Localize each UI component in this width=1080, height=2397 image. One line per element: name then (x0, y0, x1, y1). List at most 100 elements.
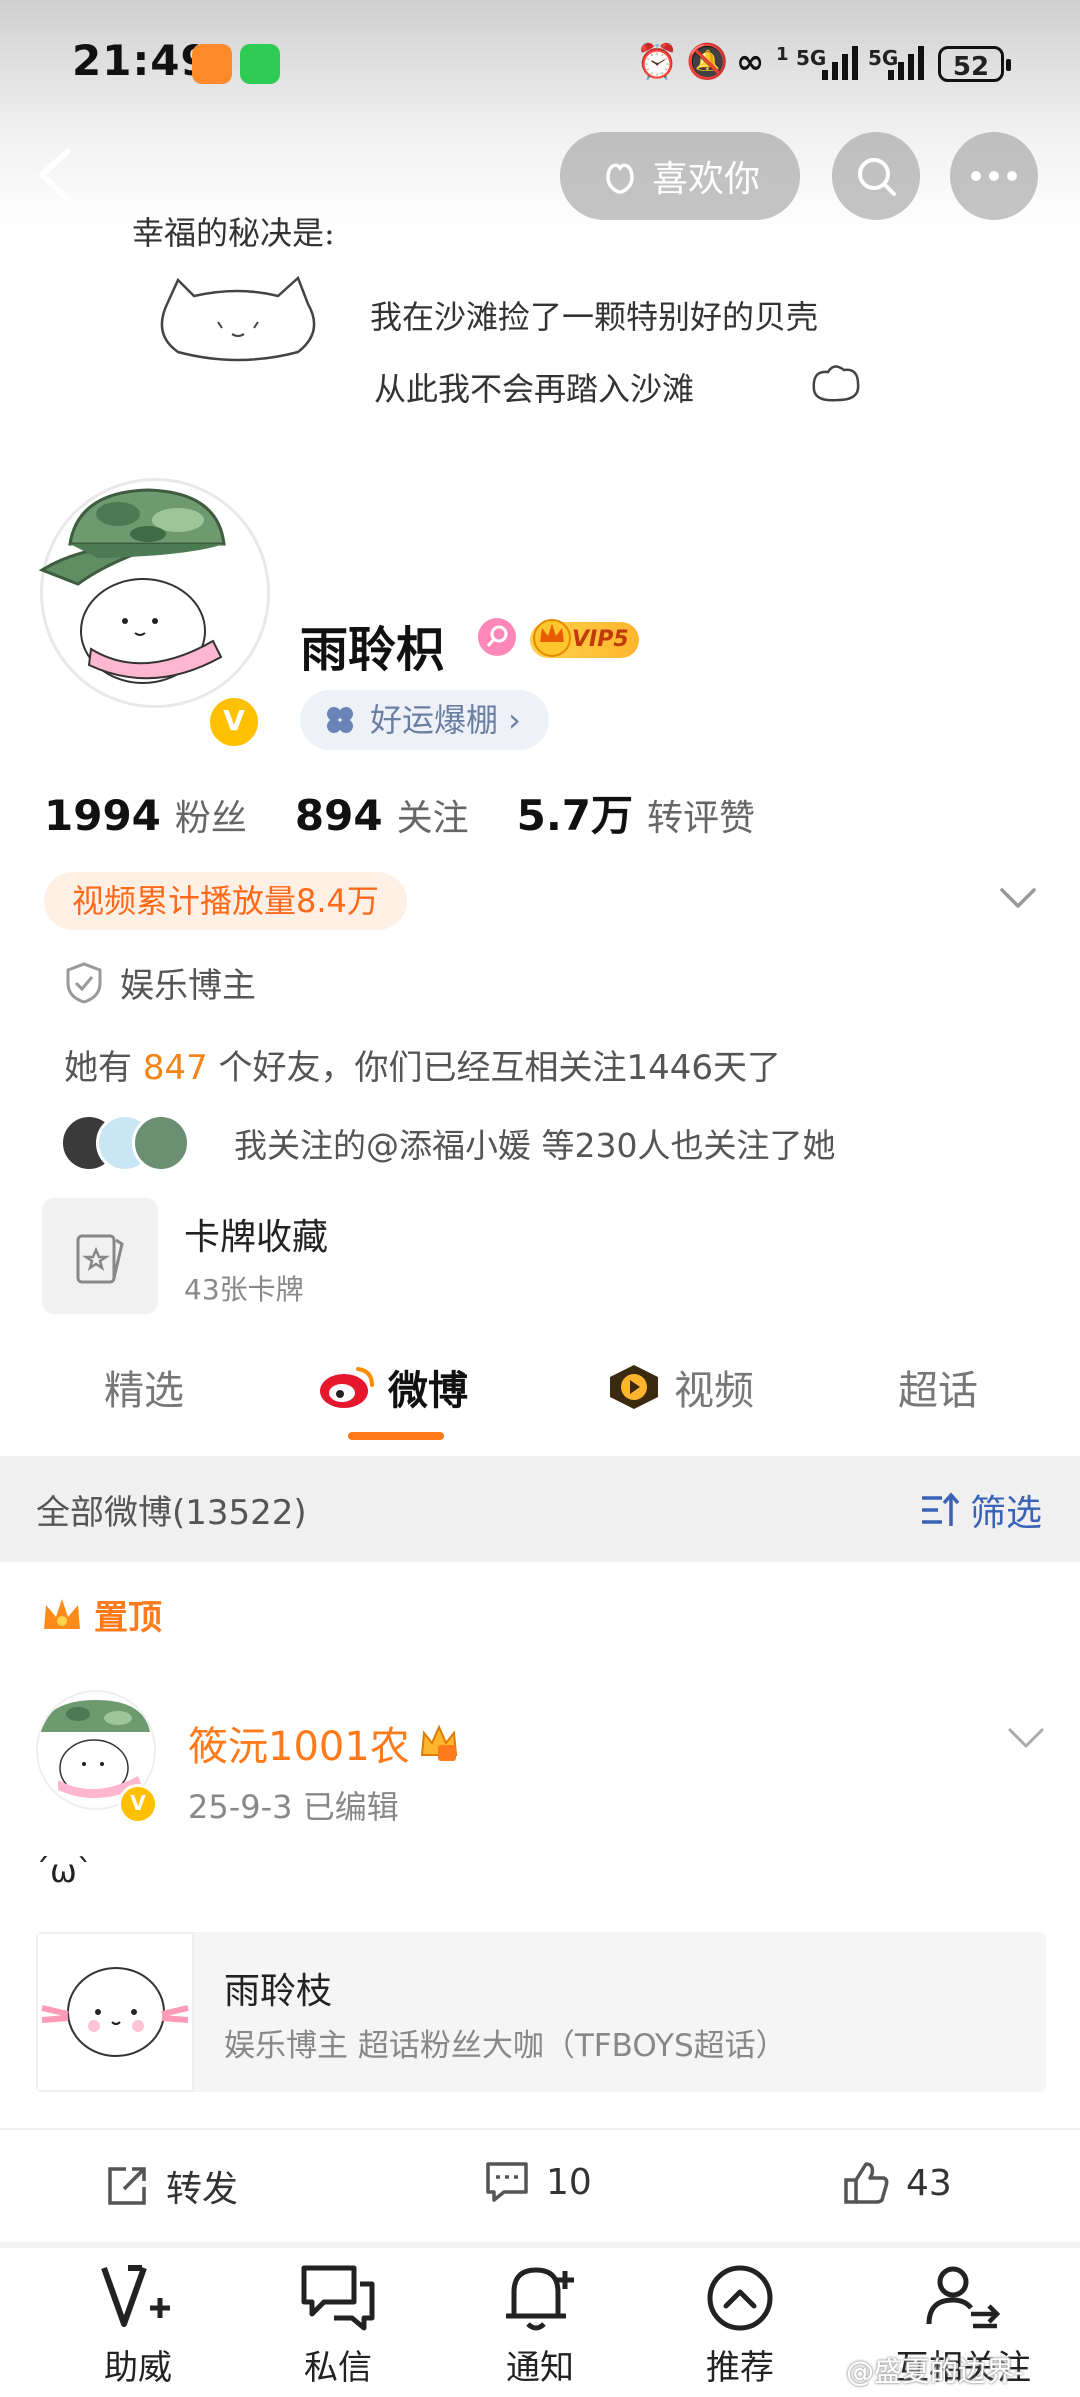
friends-count[interactable]: 847 (143, 1048, 208, 1088)
vip-crown-icon (533, 619, 571, 657)
alarm-icon: ⏰ (636, 42, 679, 82)
profile-username: 雨聆枳 (300, 622, 445, 678)
post-author-row[interactable]: 筱沅1001农 (188, 1714, 460, 1772)
tab-video[interactable]: 视频 (606, 1358, 754, 1416)
bell-plus-icon (506, 2267, 574, 2331)
video-play-count-badge[interactable]: 视频累计播放量8.4万 (44, 872, 407, 930)
hotspot-icon: ∞ (736, 42, 765, 82)
post-options-chevron-icon[interactable] (1006, 1726, 1046, 1752)
interactions-count[interactable]: 5.7万 (517, 782, 633, 843)
status-time: 21:49 (72, 36, 211, 85)
shared-profile-thumb (36, 1932, 194, 2092)
shared-profile-name: 雨聆枝 (224, 1971, 333, 2012)
battery-indicator: 52 (938, 46, 1011, 82)
shared-profile-desc: 娱乐博主 超话粉丝大咖（TFBOYS超话） (224, 2028, 787, 2064)
shared-profile-card[interactable]: 雨聆枝 娱乐博主 超话粉丝大咖（TFBOYS超话） (36, 1932, 1046, 2092)
fan-badge-icon[interactable] (478, 618, 516, 656)
cover-doodle: 幸福的秘决是: 我在沙滩捡了一颗特别好的贝壳 从此我不会再踏入沙滩 (120, 180, 970, 420)
friends-info: 她有 847 个好友，你们已经互相关注1446天了 (64, 1040, 781, 1089)
repost-button[interactable]: 转发 (104, 2160, 238, 2212)
signal-icon (822, 46, 858, 80)
filter-button[interactable]: 筛选 (920, 1484, 1042, 1536)
tab-weibo-label: 微博 (388, 1368, 468, 1414)
repost-icon (108, 2167, 146, 2205)
tab-super-topic[interactable]: 超话 (898, 1358, 978, 1416)
card-collection-subtitle: 43张卡牌 (184, 1273, 304, 1306)
nav-cheer[interactable]: 助威 (68, 2262, 208, 2389)
post-author-name[interactable]: 筱沅1001农 (188, 1714, 410, 1772)
shield-check-icon (66, 961, 102, 1004)
interactions-label[interactable]: 转评赞 (647, 789, 755, 841)
tab-video-label: 视频 (674, 1368, 754, 1414)
chevron-down-icon[interactable] (998, 886, 1038, 912)
mutual-avatar-3 (132, 1114, 190, 1172)
weibo-logo-icon (320, 1367, 374, 1408)
nav-notifications-label: 通知 (506, 2348, 574, 2388)
paw-doodle-icon (812, 365, 860, 402)
doodle-line-2: 我在沙滩捡了一颗特别好的贝壳 (370, 298, 819, 336)
fan-badge-glyph (486, 625, 508, 647)
card-collection-title[interactable]: 卡牌收藏 (184, 1208, 328, 1260)
wechat-icon (240, 44, 280, 84)
app-notification-icon (192, 44, 232, 84)
status-bar: 21:49 ⏰ 🔕 ∞ 1 5G 5G 52 (0, 0, 1080, 130)
doodle-line-3: 从此我不会再踏入沙滩 (374, 370, 695, 408)
cat-doodle-icon (160, 275, 316, 362)
crown-icon (44, 1598, 80, 1629)
watermark: @盛夏的边界- (846, 2355, 1025, 2388)
nav-notifications[interactable]: 通知 (470, 2262, 610, 2389)
friends-suffix: 个好友，你们已经互相关注1446天了 (218, 1048, 782, 1088)
post-vip-crown-icon (420, 1724, 457, 1761)
repost-label: 转发 (166, 2169, 239, 2210)
sim-index: 1 (776, 44, 789, 65)
friends-prefix: 她有 (64, 1048, 132, 1088)
more-dots-icon (971, 171, 1017, 181)
mute-icon: 🔕 (686, 42, 729, 82)
comment-icon (486, 2162, 528, 2202)
tab-featured[interactable]: 精选 (104, 1358, 184, 1416)
like-count: 43 (906, 2162, 952, 2204)
tab-super-topic-label: 超话 (898, 1368, 978, 1414)
mutual-follow-icon (926, 2266, 1001, 2329)
cheer-v-plus-icon (101, 2265, 170, 2327)
message-bubbles-icon (301, 2265, 375, 2331)
category-row: 娱乐博主 (64, 958, 256, 1007)
chevron-up-circle-icon (707, 2265, 773, 2331)
following-label[interactable]: 关注 (397, 789, 469, 841)
post-actions-bar: 转发 10 43 (0, 2128, 1080, 2240)
profile-stats: 1994 粉丝 894 关注 5.7万 转评赞 (44, 782, 803, 843)
doodle-line-1: 幸福的秘决是: (132, 214, 335, 252)
mutual-followers-row[interactable]: 我关注的@添福小媛 等230人也关注了她 (60, 1114, 835, 1172)
comment-count: 10 (546, 2161, 592, 2203)
shared-avatar-illustration (41, 1967, 189, 2057)
pinned-label: 置顶 (94, 1598, 162, 1638)
profile-tabs: 精选 微博 视频 超话 (0, 1330, 1080, 1440)
post-verified-badge: V (118, 1784, 158, 1824)
card-star-icon (76, 1234, 124, 1284)
followers-label[interactable]: 粉丝 (175, 789, 247, 841)
filter-sort-icon (922, 1492, 960, 1526)
pinned-label-row: 置顶 (40, 1590, 162, 1639)
back-arrow-icon[interactable] (30, 145, 86, 205)
nav-recommend[interactable]: 推荐 (670, 2262, 810, 2389)
card-collection-thumb[interactable] (42, 1198, 158, 1314)
tab-featured-label: 精选 (104, 1368, 184, 1414)
nav-messages[interactable]: 私信 (268, 2262, 408, 2389)
all-weibo-count: 全部微博(13522) (36, 1493, 307, 1533)
followers-count[interactable]: 1994 (44, 791, 161, 840)
tab-weibo[interactable]: 微博 (318, 1358, 468, 1416)
mutual-followers-text: 我关注的@添福小媛 等230人也关注了她 (234, 1126, 836, 1165)
post-meta: 25-9-3 已编辑 (188, 1788, 399, 1826)
like-button[interactable]: 43 (842, 2160, 952, 2206)
nav-recommend-label: 推荐 (706, 2348, 774, 2388)
following-count[interactable]: 894 (295, 791, 383, 840)
active-tab-indicator (348, 1432, 444, 1440)
category-label: 娱乐博主 (120, 966, 256, 1006)
filter-label: 筛选 (970, 1493, 1043, 1534)
post-text: ´ω` (34, 1852, 93, 1890)
nav-messages-label: 私信 (304, 2348, 372, 2388)
nav-cheer-label: 助威 (104, 2348, 172, 2388)
verified-badge: V (206, 694, 262, 750)
comment-button[interactable]: 10 (484, 2160, 592, 2204)
camo-hat-icon (38, 488, 226, 586)
